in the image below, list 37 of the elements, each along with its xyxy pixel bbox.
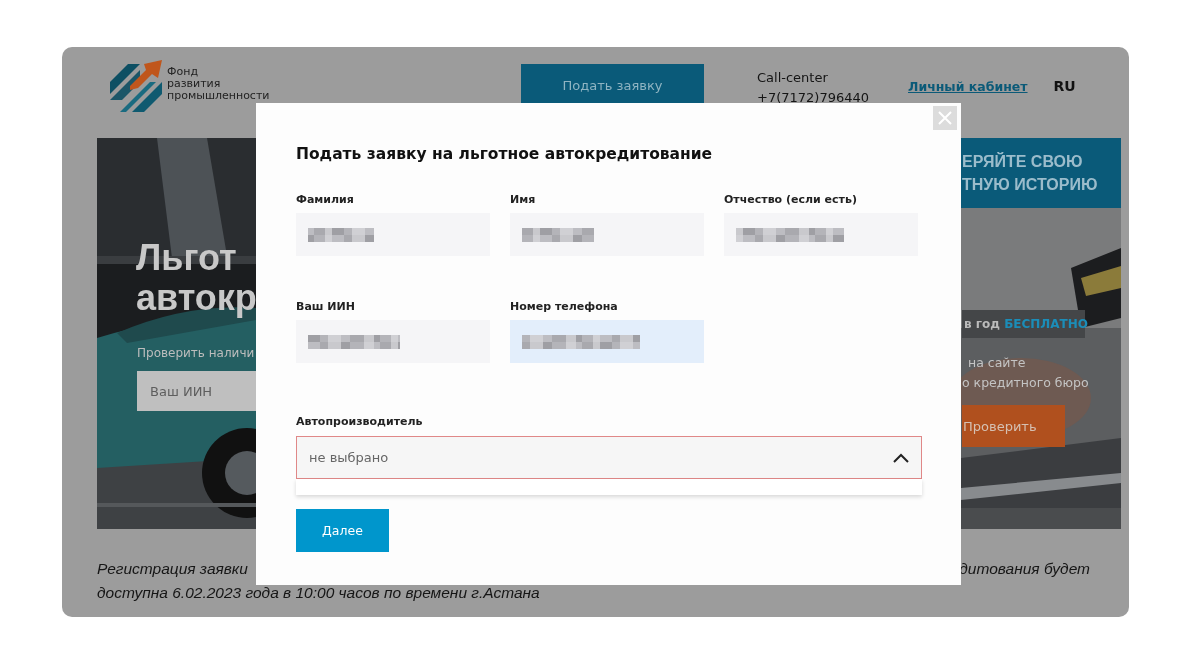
check-button[interactable]: Проверить	[962, 405, 1065, 447]
account-link[interactable]: Личный кабинет	[908, 79, 1028, 94]
call-center-label: Call-center	[757, 69, 829, 87]
notice-text: дитования будет	[959, 559, 1090, 579]
manufacturer-select[interactable]: не выбрано	[296, 436, 922, 479]
promo-text: о кредитного бюро	[962, 374, 1089, 392]
logo-text: промышленности	[167, 90, 271, 102]
logo-icon	[110, 60, 162, 112]
language-switch[interactable]: RU	[1053, 78, 1076, 94]
chevron-icon	[893, 452, 909, 463]
check-label: Проверить наличи	[137, 346, 255, 360]
iin-field[interactable]: Ваш ИИН	[137, 371, 256, 411]
field-label: Имя	[510, 193, 537, 206]
close-icon	[938, 111, 952, 125]
field-label: Номер телефона	[510, 300, 619, 313]
promo-text: на сайте	[967, 354, 1027, 372]
logo-text: развития	[167, 78, 222, 90]
field-label: Ваш ИИН	[296, 300, 356, 313]
input-field[interactable]	[510, 213, 704, 256]
field-label: Фамилия	[296, 193, 355, 206]
input-field[interactable]	[296, 320, 490, 363]
promo-heading: ТНУЮ ИСТОРИЮ	[962, 175, 1099, 195]
call-center-phone: +7(7172)796440	[757, 89, 871, 107]
hero-title: Льгот	[136, 238, 238, 278]
modal-title: Подать заявку на льготное автокредитование	[296, 145, 714, 163]
notice-text: Регистрация заявки	[97, 559, 248, 579]
close-button[interactable]	[933, 106, 957, 130]
input-field[interactable]	[296, 213, 490, 256]
next-button[interactable]: Далее	[296, 509, 389, 552]
field-label: Отчество (если есть)	[724, 193, 858, 206]
field-label: Автопроизводитель	[296, 415, 424, 428]
notice-text: доступна 6.02.2023 года в 10:00 часов по времени г.Астана	[97, 583, 541, 603]
promo-heading: ЕРЯЙТЕ СВОЮ	[962, 151, 1084, 172]
logo-text: Фонд	[167, 66, 199, 78]
input-field[interactable]	[510, 320, 704, 363]
input-field[interactable]	[724, 213, 918, 256]
hero-title: автокр	[136, 278, 256, 318]
